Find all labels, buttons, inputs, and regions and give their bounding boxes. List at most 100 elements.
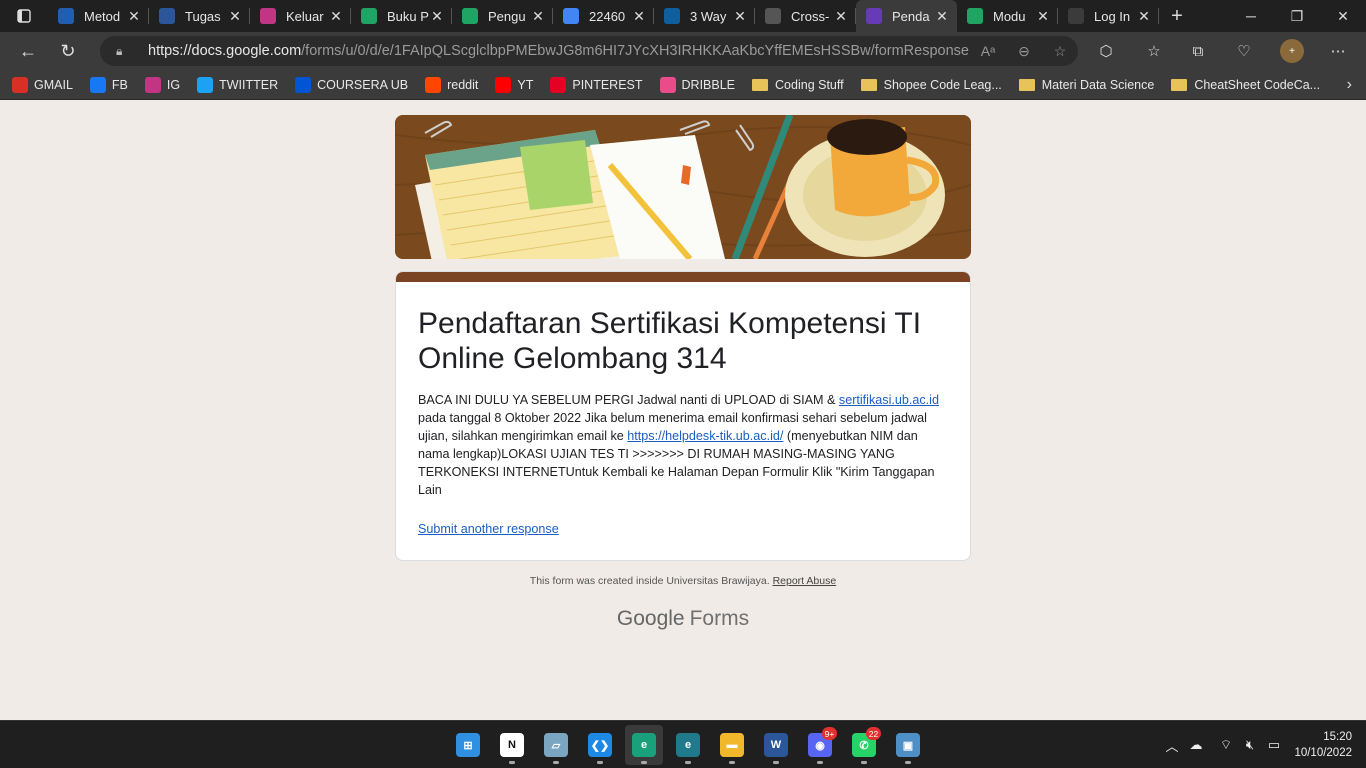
form-header-image xyxy=(395,115,971,259)
diamond-icon xyxy=(664,8,680,24)
bookmark-item[interactable]: IG xyxy=(144,76,180,93)
bookmark-item[interactable]: GMAIL xyxy=(12,76,73,93)
taskbar-app-button[interactable]: ✆ 22 xyxy=(845,725,883,765)
zoom-icon[interactable]: ⊖ xyxy=(1006,43,1042,60)
close-tab-button[interactable]: ✕ xyxy=(228,8,242,25)
bookmarks-overflow-button[interactable]: › xyxy=(1347,70,1352,100)
bookmark-item[interactable]: YT xyxy=(495,76,533,93)
taskbar-app-button[interactable]: ◉ 9+ xyxy=(801,725,839,765)
taskbar-app-button[interactable]: ❮❯ xyxy=(581,725,619,765)
taskbar-app-button[interactable]: ▬ xyxy=(713,725,751,765)
taskbar-app-button[interactable]: ▣ xyxy=(889,725,927,765)
close-tab-button[interactable]: ✕ xyxy=(1137,8,1151,25)
browser-tab[interactable]: Pengu ✕ xyxy=(452,0,553,32)
taskbar-app-button[interactable]: W xyxy=(757,725,795,765)
gmail-icon xyxy=(12,76,28,93)
photos-icon: ▣ xyxy=(896,733,920,757)
battery-icon[interactable]: ▭ xyxy=(1262,737,1286,753)
chevron-up-icon[interactable]: ︿ xyxy=(1160,736,1184,755)
close-window-button[interactable]: ✕ xyxy=(1320,0,1366,32)
browser-tab[interactable]: 3 Way ✕ xyxy=(654,0,755,32)
google-forms-logo[interactable]: Google Forms xyxy=(395,607,971,631)
plus-icon: + xyxy=(1171,4,1183,27)
tab-title: Penda xyxy=(892,8,930,24)
sertifikasi-link[interactable]: sertifikasi.ub.ac.id xyxy=(839,393,939,407)
read-aloud-icon[interactable]: Aᵃ xyxy=(970,43,1006,59)
bookmark-item[interactable]: reddit xyxy=(425,76,478,93)
browser-tab[interactable]: Tugas ✕ xyxy=(149,0,250,32)
url-host: https://docs.google.com xyxy=(148,43,302,59)
address-bar[interactable]: 🔒︎ https://docs.google.com/forms/u/0/d/e… xyxy=(100,36,1078,66)
close-tab-button[interactable]: ✕ xyxy=(935,8,949,25)
tab-title: Buku P xyxy=(387,8,429,24)
add-favorite-icon[interactable]: ☆ xyxy=(1042,43,1078,60)
wifi-icon[interactable]: ⌔ xyxy=(1214,737,1238,753)
taskbar-clock[interactable]: 15:20 10/10/2022 xyxy=(1294,729,1352,761)
taskbar-app-button[interactable]: e xyxy=(669,725,707,765)
tab-list: Metod ✕ Tugas ✕ Keluar ✕ Buku P ✕ Pengu ✕ 22460 ✕ 3 … xyxy=(48,0,1159,32)
bookmark-item[interactable]: COURSERA UB xyxy=(295,76,408,93)
browser-tab[interactable]: Penda ✕ xyxy=(856,0,957,32)
browser-tab[interactable]: Metod ✕ xyxy=(48,0,149,32)
browser-tab[interactable]: 22460 ✕ xyxy=(553,0,654,32)
bookmark-label: TWIITTER xyxy=(219,77,279,92)
helpdesk-link[interactable]: https://helpdesk-tik.ub.ac.id/ xyxy=(627,429,783,443)
close-tab-button[interactable]: ✕ xyxy=(1036,8,1050,25)
drive-icon xyxy=(361,8,377,24)
browser-tab[interactable]: Cross- ✕ xyxy=(755,0,856,32)
running-indicator xyxy=(861,761,867,764)
settings-menu-button[interactable]: ⋯ xyxy=(1318,32,1358,70)
running-indicator xyxy=(773,761,779,764)
browser-tab[interactable]: Log In ✕ xyxy=(1058,0,1159,32)
taskbar-app-button[interactable]: ▱ xyxy=(537,725,575,765)
onedrive-icon xyxy=(58,8,74,24)
browser-tab[interactable]: Buku P ✕ xyxy=(351,0,452,32)
running-indicator xyxy=(553,761,559,764)
new-tab-button[interactable]: + xyxy=(1159,0,1195,32)
submit-another-response-link[interactable]: Submit another response xyxy=(418,522,948,536)
minimize-button[interactable]: ─ xyxy=(1228,0,1274,32)
bookmark-item[interactable]: TWIITTER xyxy=(197,76,279,93)
bookmark-label: Shopee Code Leag... xyxy=(883,77,1002,92)
browser-essentials-button[interactable]: ♡ xyxy=(1224,32,1264,70)
url-text[interactable]: https://docs.google.com/forms/u/0/d/e/1F… xyxy=(148,43,970,59)
reddit-icon xyxy=(425,76,442,93)
close-tab-button[interactable]: ✕ xyxy=(430,8,444,25)
tab-title: Modu xyxy=(993,8,1026,24)
bookmark-item[interactable]: PINTEREST xyxy=(550,76,643,93)
tab-actions-button[interactable] xyxy=(0,0,48,32)
profile-button[interactable]: + xyxy=(1272,32,1312,70)
bookmark-item[interactable]: CheatSheet CodeCa... xyxy=(1171,78,1320,92)
taskbar-app-button[interactable]: ⊞ xyxy=(449,725,487,765)
extensions-button[interactable]: ⬡ xyxy=(1086,32,1126,70)
file-explorer-icon: ▬ xyxy=(720,733,744,757)
bookmark-item[interactable]: Materi Data Science xyxy=(1018,77,1155,92)
collections-button[interactable]: ⧉ xyxy=(1178,32,1218,70)
bookmark-item[interactable]: Coding Stuff xyxy=(752,78,844,92)
bookmark-item[interactable]: DRIBBLE xyxy=(659,76,735,93)
onedrive-cloud-icon[interactable]: ☁ xyxy=(1184,737,1208,753)
report-abuse-link[interactable]: Report Abuse xyxy=(773,575,837,587)
browser-tab[interactable]: Modu ✕ xyxy=(957,0,1058,32)
word-icon xyxy=(159,8,175,24)
close-tab-button[interactable]: ✕ xyxy=(733,8,747,25)
close-tab-button[interactable]: ✕ xyxy=(632,8,646,25)
running-indicator xyxy=(641,761,647,764)
back-button[interactable]: ← xyxy=(8,32,48,70)
refresh-button[interactable]: ↻ xyxy=(48,32,88,70)
bookmark-label: Materi Data Science xyxy=(1041,77,1155,92)
taskbar-app-button[interactable]: e xyxy=(625,725,663,765)
running-indicator xyxy=(685,761,691,764)
bookmark-item[interactable]: FB xyxy=(89,76,128,93)
close-tab-button[interactable]: ✕ xyxy=(834,8,848,25)
restore-button[interactable]: ❐ xyxy=(1274,0,1320,32)
browser-tab[interactable]: Keluar ✕ xyxy=(250,0,351,32)
close-tab-button[interactable]: ✕ xyxy=(127,8,141,25)
close-tab-button[interactable]: ✕ xyxy=(531,8,545,25)
close-tab-button[interactable]: ✕ xyxy=(329,8,343,25)
description-text-1: BACA INI DULU YA SEBELUM PERGI Jadwal na… xyxy=(418,393,839,407)
taskbar-app-button[interactable]: N xyxy=(493,725,531,765)
favorites-button[interactable]: ☆ xyxy=(1134,32,1174,70)
bookmark-item[interactable]: Shopee Code Leag... xyxy=(860,77,1002,92)
speaker-muted-icon[interactable]: 🔇︎ xyxy=(1238,737,1262,753)
